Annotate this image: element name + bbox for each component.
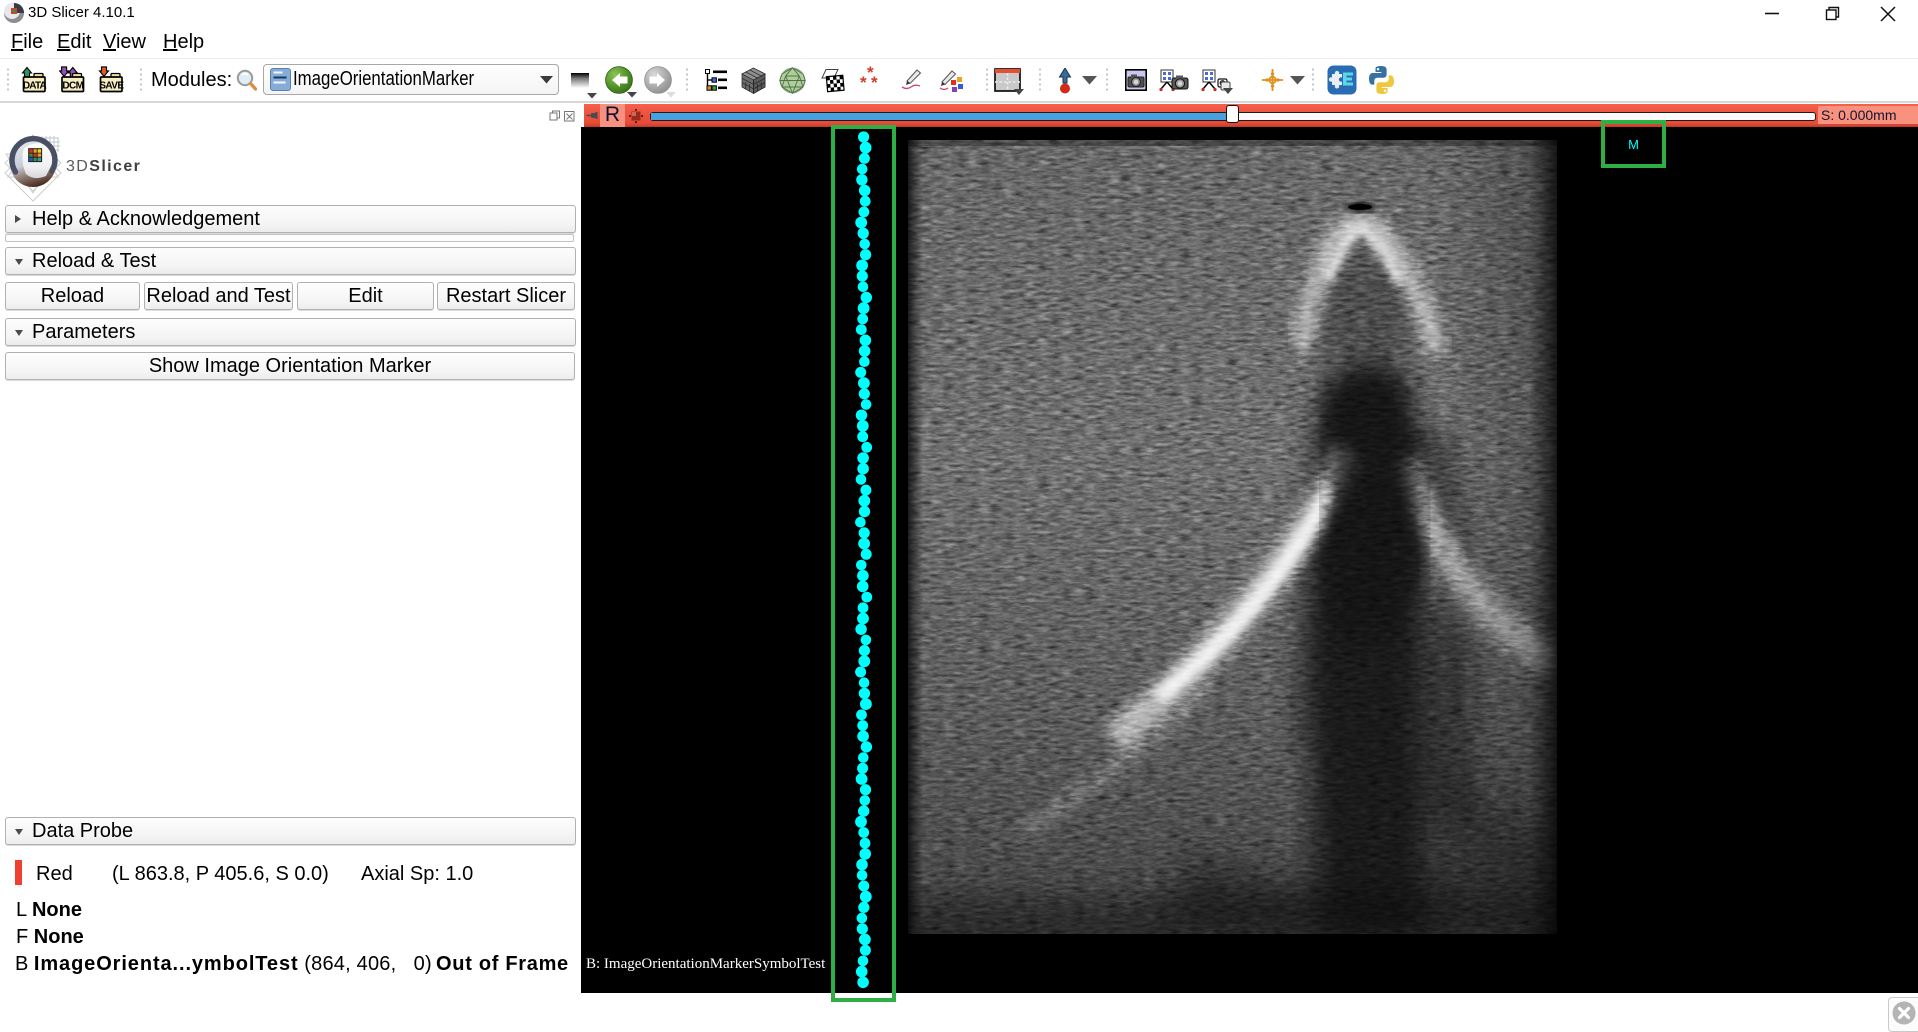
svg-text:DATA: DATA (23, 81, 47, 92)
svg-text:SAVE: SAVE (99, 81, 124, 92)
svg-text:DCM: DCM (62, 81, 83, 92)
svg-text:3DSlicer: 3DSlicer (66, 158, 141, 175)
